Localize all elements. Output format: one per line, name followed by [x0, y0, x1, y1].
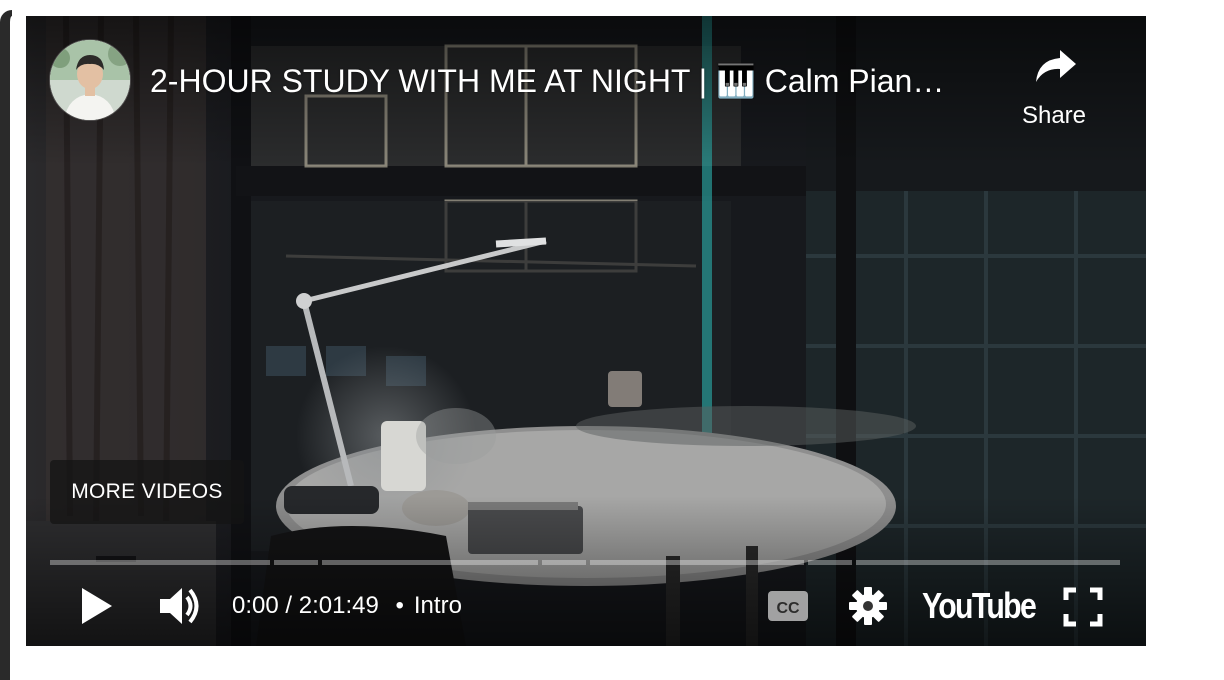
chapter-separator: • [395, 592, 404, 619]
progress-chapter[interactable] [322, 560, 538, 565]
progress-chapter[interactable] [274, 560, 318, 565]
share-button[interactable]: Share [1010, 42, 1098, 138]
time-separator: / [285, 592, 293, 619]
share-label: Share [1021, 102, 1087, 129]
channel-avatar-icon[interactable] [50, 40, 130, 120]
volume-icon [160, 588, 199, 624]
progress-chapter[interactable] [542, 560, 586, 565]
progress-chapter[interactable] [590, 560, 804, 565]
cc-label: CC [776, 600, 800, 617]
progress-chapter[interactable] [808, 560, 852, 565]
progress-bar[interactable] [50, 560, 1120, 565]
progress-chapter[interactable] [50, 560, 270, 565]
share-arrow-icon [1036, 50, 1076, 82]
play-button[interactable] [76, 584, 116, 628]
fullscreen-button[interactable] [1062, 586, 1104, 628]
settings-button[interactable] [846, 584, 890, 628]
avatar-image [50, 40, 130, 120]
video-title[interactable]: 2-HOUR STUDY WITH ME AT NIGHT | 🎹 Calm P… [150, 62, 990, 100]
time-display: 0:00 / 2:01:49 • Intro [232, 590, 462, 622]
chapter-title[interactable]: Intro [414, 592, 462, 619]
play-icon [82, 588, 112, 624]
video-player[interactable]: 2-HOUR STUDY WITH ME AT NIGHT | 🎹 Calm P… [26, 16, 1146, 646]
volume-button[interactable] [156, 582, 204, 630]
youtube-logo[interactable]: YouTube [922, 586, 1037, 626]
more-videos-button[interactable]: MORE VIDEOS [50, 460, 244, 524]
window-edge [0, 0, 26, 680]
progress-chapter[interactable] [856, 560, 1120, 565]
gear-icon [849, 587, 887, 625]
subtitles-button[interactable]: CC [766, 588, 810, 624]
duration: 2:01:49 [298, 592, 379, 619]
cc-icon: CC [768, 591, 808, 621]
page: 2-HOUR STUDY WITH ME AT NIGHT | 🎹 Calm P… [0, 0, 1224, 680]
fullscreen-icon [1063, 587, 1103, 627]
current-time: 0:00 [232, 592, 279, 619]
